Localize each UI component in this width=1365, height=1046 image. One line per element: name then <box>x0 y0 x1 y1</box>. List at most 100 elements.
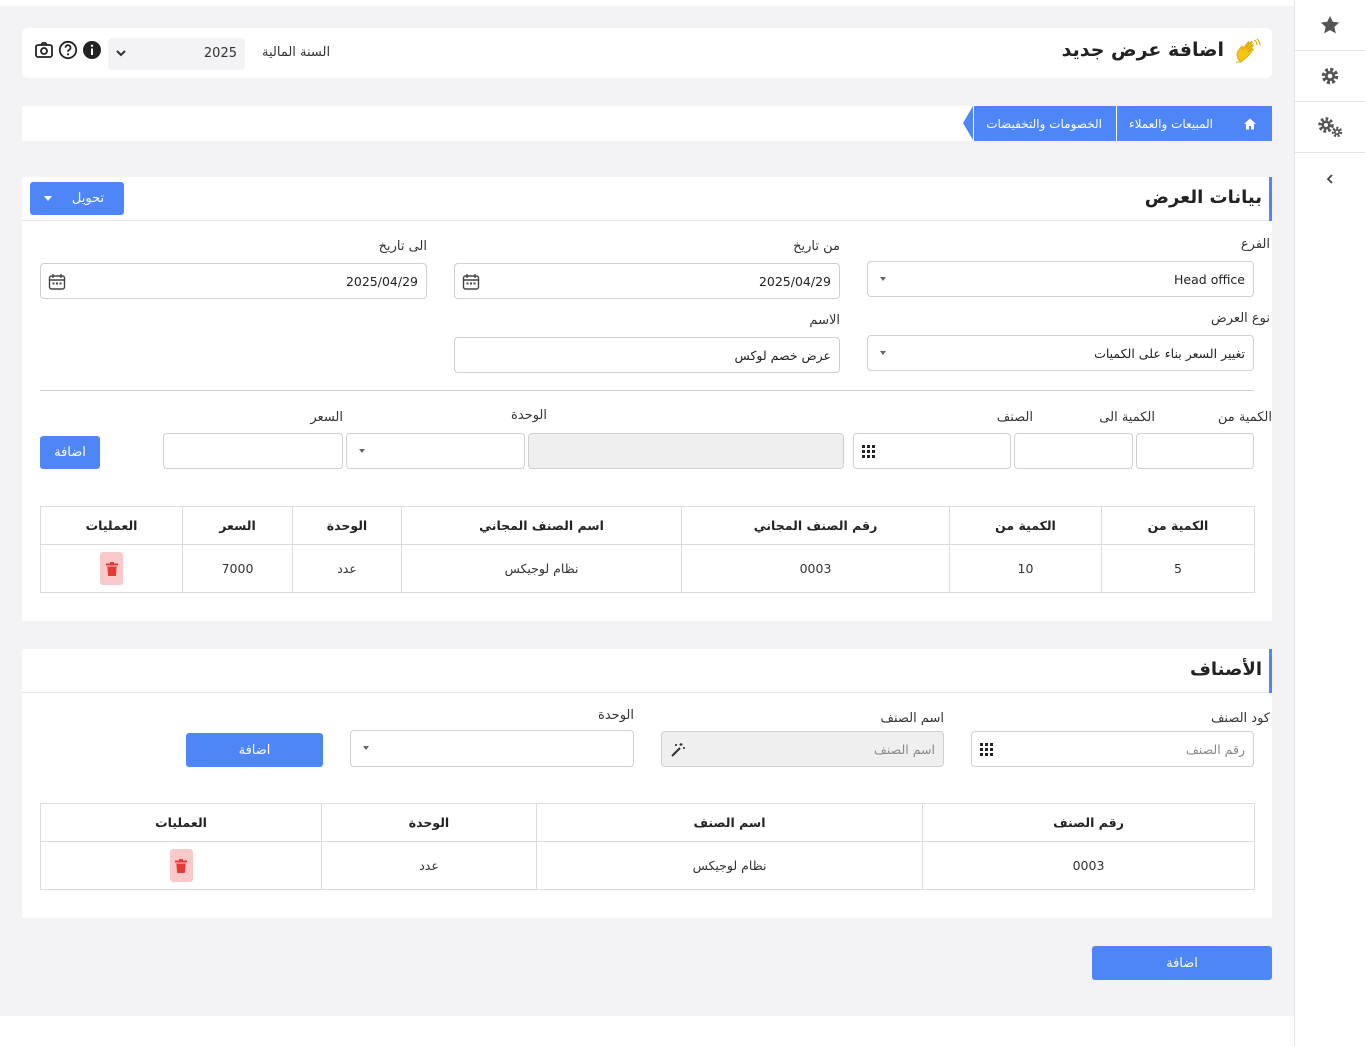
info-icon[interactable] <box>82 40 102 60</box>
chevron-left-icon <box>1326 173 1333 184</box>
delete-button[interactable] <box>100 552 123 585</box>
fiscal-year-value: 2025 <box>203 46 237 61</box>
col-item-number: رقم الصنف <box>922 803 1255 842</box>
convert-button-label: تحويل <box>71 191 105 206</box>
fiscal-year-select[interactable]: 2025 <box>108 38 245 70</box>
unit-label: الوحدة <box>511 408 547 423</box>
offer-type-select[interactable]: تغيير السعر بناء على الكميات <box>867 335 1254 371</box>
grid-icon[interactable] <box>980 743 993 756</box>
rail-favorites[interactable] <box>1295 0 1365 51</box>
item-code-label: كود الصنف <box>1210 711 1270 726</box>
rail-collapse[interactable] <box>1295 153 1365 204</box>
grid-icon[interactable] <box>862 445 875 458</box>
section-divider <box>40 390 1254 391</box>
trash-icon <box>105 561 118 576</box>
branch-select[interactable]: Head office <box>867 261 1254 297</box>
calendar-icon[interactable] <box>461 272 481 292</box>
caret-down-icon <box>359 449 365 453</box>
col-unit: الوحدة <box>292 506 402 545</box>
submit-offer-button[interactable]: اضافة <box>1092 946 1272 980</box>
toolbar-icons <box>34 40 102 60</box>
items-unit-select[interactable] <box>350 730 634 767</box>
home-icon <box>1243 118 1256 129</box>
price-input[interactable] <box>163 433 343 469</box>
cell-free-item-number: 0003 <box>681 544 950 593</box>
top-bar: اضافة عرض جديد السنة المالية 2025 <box>22 28 1272 78</box>
table-header-row: العمليات السعر الوحدة اسم الصنف المجاني … <box>40 506 1255 545</box>
item-name-display <box>528 433 844 469</box>
to-date-input[interactable]: 2025/04/29 <box>40 263 427 299</box>
cell-price: 7000 <box>182 544 293 593</box>
from-date-label: من تاريخ <box>793 239 840 254</box>
cell-free-item-name: نظام لوجيكس <box>401 544 682 593</box>
caret-down-icon <box>363 746 369 750</box>
item-name-label: اسم الصنف <box>880 711 944 726</box>
to-date-value: 2025/04/29 <box>345 274 418 289</box>
cell-qty-from: 5 <box>1101 544 1255 593</box>
items-card-header: الأصناف <box>22 649 1272 693</box>
delete-button[interactable] <box>169 849 193 882</box>
col-free-item-number: رقم الصنف المجاني <box>681 506 950 545</box>
col-free-item-name: اسم الصنف المجاني <box>401 506 682 545</box>
table-header-row: العمليات الوحدة اسم الصنف رقم الصنف <box>40 803 1255 842</box>
col-price: السعر <box>182 506 293 545</box>
rail-advanced-settings[interactable] <box>1295 102 1365 153</box>
item-name-placeholder: اسم الصنف <box>873 742 935 757</box>
item-code-input[interactable]: رقم الصنف <box>971 731 1254 767</box>
items-unit-label: الوحدة <box>598 708 634 723</box>
card-accent <box>1269 177 1272 221</box>
convert-dropdown-button[interactable]: تحويل <box>30 182 124 215</box>
breadcrumb-home[interactable] <box>1227 106 1272 141</box>
offer-card-title: بيانات العرض <box>1144 187 1262 208</box>
right-rail <box>1294 0 1365 1046</box>
branch-value: Head office <box>1174 272 1245 287</box>
offer-type-label: نوع العرض <box>1211 311 1270 326</box>
qty-from-input[interactable] <box>1136 433 1254 469</box>
qty-to-input[interactable] <box>1014 433 1133 469</box>
items-table: العمليات الوحدة اسم الصنف رقم الصنف عدد … <box>40 803 1255 890</box>
offer-card-header: بيانات العرض تحويل <box>22 177 1272 221</box>
col-unit: الوحدة <box>321 803 537 842</box>
main-area: اضافة عرض جديد السنة المالية 2025 المبيع… <box>0 6 1294 1016</box>
caret-down-icon <box>44 196 52 201</box>
gear-icon <box>1321 67 1339 85</box>
unit-select[interactable] <box>346 433 525 469</box>
help-icon[interactable] <box>58 40 78 60</box>
row-operations <box>40 544 183 593</box>
calendar-icon[interactable] <box>47 272 67 292</box>
cell-unit: عدد <box>292 544 402 593</box>
rail-settings[interactable] <box>1295 51 1365 102</box>
item-code-input[interactable] <box>853 433 1011 469</box>
fiscal-year-label: السنة المالية <box>262 45 331 60</box>
cell-item-number: 0003 <box>922 841 1255 890</box>
offer-name-value: عرض خصم لوكس <box>734 348 831 363</box>
offer-type-value: تغيير السعر بناء على الكميات <box>1094 346 1245 361</box>
chevron-down-icon <box>116 50 126 57</box>
card-accent <box>1269 649 1272 693</box>
from-date-input[interactable]: 2025/04/29 <box>454 263 840 299</box>
item-code-placeholder: رقم الصنف <box>1185 742 1245 757</box>
add-price-row-button[interactable]: اضافة <box>40 436 100 469</box>
qty-to-label: الكمية الى <box>1099 410 1155 425</box>
breadcrumb-tail <box>963 106 974 140</box>
camera-icon[interactable] <box>34 40 54 60</box>
to-date-label: الى تاريخ <box>378 239 427 254</box>
breadcrumb: المبيعات والعملاء الخصومات والتخفيضات <box>22 106 1272 141</box>
offer-name-input[interactable]: عرض خصم لوكس <box>454 337 840 373</box>
waving-hand-icon <box>1235 38 1261 63</box>
items-card-title: الأصناف <box>1190 659 1262 680</box>
col-operations: العمليات <box>40 803 322 842</box>
star-icon <box>1320 15 1340 34</box>
gears-icon <box>1318 117 1343 138</box>
cell-unit: عدد <box>321 841 537 890</box>
items-card: الأصناف كود الصنف رقم الصنف اسم الصنف اس… <box>22 649 1272 918</box>
offer-data-card: بيانات العرض تحويل الفرع Head office من … <box>22 177 1272 621</box>
branch-label: الفرع <box>1240 237 1270 252</box>
breadcrumb-item-sales[interactable]: المبيعات والعملاء <box>1115 106 1227 141</box>
cell-item-name: نظام لوجيكس <box>536 841 923 890</box>
breadcrumb-item-discounts[interactable]: الخصومات والتخفيضات <box>973 106 1116 141</box>
col-item-name: اسم الصنف <box>536 803 923 842</box>
magic-wand-icon <box>671 743 685 757</box>
col-operations: العمليات <box>40 506 183 545</box>
add-item-button[interactable]: اضافة <box>186 733 323 767</box>
